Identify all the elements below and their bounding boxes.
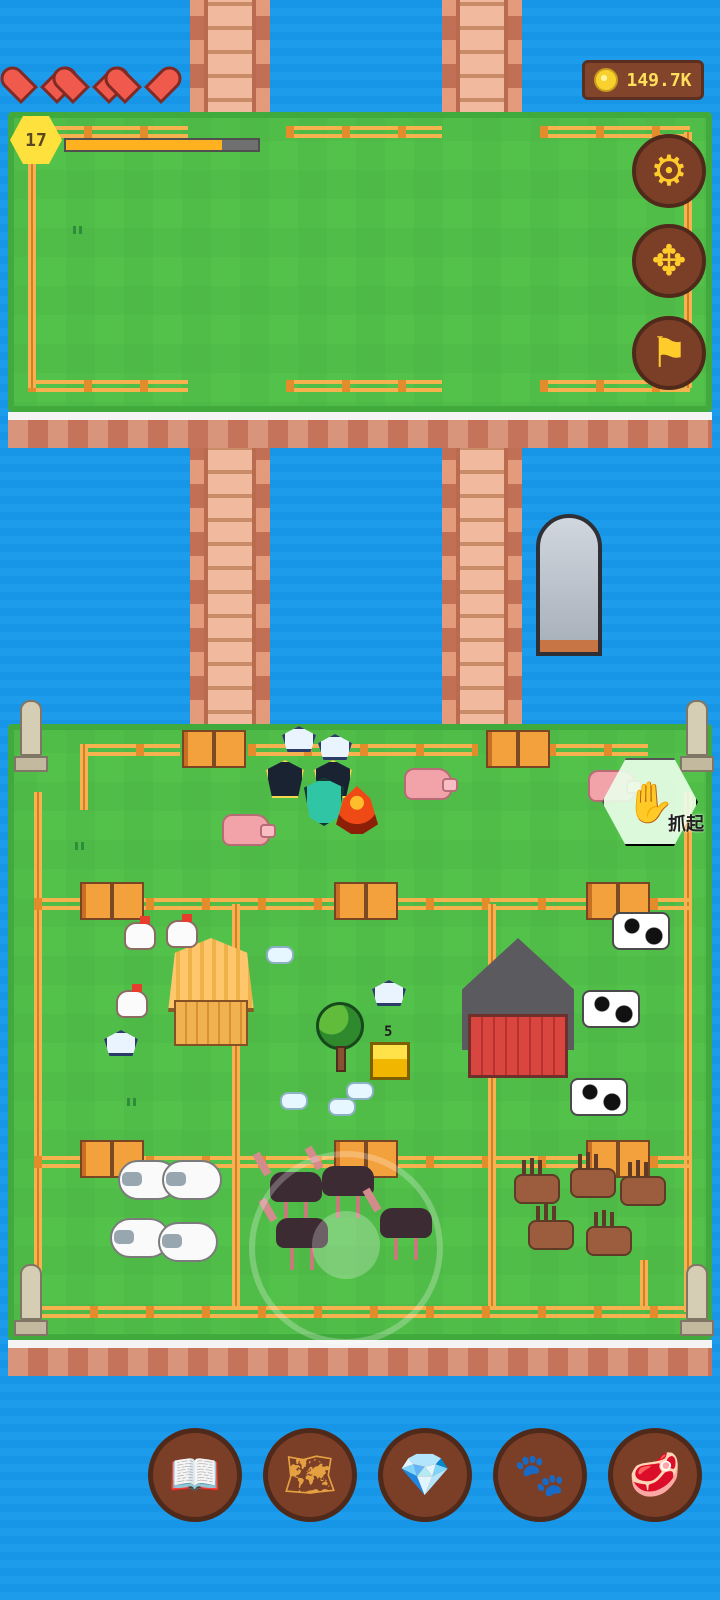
grass-tuft: [72, 842, 90, 850]
deer[interactable]: [514, 1160, 560, 1204]
upper-right-bridge: [442, 0, 522, 112]
move-button[interactable]: ✥: [632, 224, 706, 298]
cow[interactable]: [582, 990, 640, 1028]
heart-icon: [120, 68, 166, 104]
pen-gate[interactable]: [334, 882, 398, 920]
coin-amount: 149.7K: [626, 69, 692, 91]
upper-island: [8, 112, 712, 448]
right-upper-stone-statue: [680, 700, 714, 772]
coin-counter: 149.7K: [582, 60, 704, 100]
deer[interactable]: [528, 1206, 574, 1250]
rabbit[interactable]: [346, 1082, 374, 1100]
move-arrows-icon: ✥: [651, 237, 687, 284]
chest-count: 5: [384, 1024, 393, 1040]
middle-left-bridge: [190, 412, 270, 724]
deer[interactable]: [570, 1154, 616, 1198]
farm-game-screen: 149.7K 17 ⚙ ✥ ⚑ 5 ✋ 抓起 📖 🗺 💎 🐾 🥩: [0, 0, 720, 1600]
bottom-action-bar: 📖 🗺 💎 🐾 🥩: [148, 1428, 702, 1522]
pen-gate[interactable]: [80, 882, 144, 920]
experience-bar-fill: [66, 140, 222, 150]
food-button[interactable]: 🥩: [608, 1428, 702, 1522]
left-upper-stone-statue: [14, 700, 48, 772]
cow[interactable]: [570, 1078, 628, 1116]
lower-fence-left-side: [34, 792, 42, 1312]
lower-top-fence-middle: [248, 744, 478, 756]
rabbit[interactable]: [328, 1098, 356, 1116]
top-fence-middle: [286, 126, 442, 138]
chicken[interactable]: [124, 916, 156, 950]
upper-left-bridge: [190, 0, 270, 112]
rabbit[interactable]: [280, 1092, 308, 1110]
bottom-fence-middle: [286, 380, 442, 392]
left-lower-stone-statue: [14, 1264, 48, 1336]
coop-body: [174, 1000, 248, 1046]
experience-bar: [64, 138, 260, 152]
lower-top-fence-left: [80, 744, 180, 756]
lower-right-post-fence: [640, 1260, 648, 1306]
meat-icon: 🥩: [628, 1451, 682, 1498]
treasure-chest[interactable]: [370, 1042, 410, 1080]
chicken[interactable]: [116, 984, 148, 1018]
oak-tree: [312, 1002, 368, 1072]
cow[interactable]: [612, 912, 670, 950]
paw-icon: 🐾: [513, 1451, 567, 1498]
barn-body: [468, 1014, 568, 1078]
gem-coin-icon: 💎: [398, 1451, 452, 1498]
pig[interactable]: [404, 768, 458, 800]
rabbit[interactable]: [266, 946, 294, 964]
right-lower-stone-statue: [680, 1264, 714, 1336]
grass-tuft: [124, 1098, 142, 1106]
chicken-coop[interactable]: [168, 938, 254, 1056]
shop-button[interactable]: 💎: [378, 1428, 472, 1522]
coin-icon: [594, 68, 619, 92]
rowboat[interactable]: [536, 514, 602, 656]
sheep[interactable]: [158, 1222, 218, 1262]
map-button[interactable]: 🗺: [263, 1428, 357, 1522]
map-scroll-icon: 🗺: [283, 1451, 337, 1498]
deer[interactable]: [586, 1212, 632, 1256]
book-button[interactable]: 📖: [148, 1428, 242, 1522]
pig[interactable]: [222, 814, 276, 846]
book-icon: 📖: [168, 1451, 222, 1498]
bottom-fence-left: [28, 380, 188, 392]
flag-icon: ⚑: [650, 329, 688, 376]
lower-left-post-fence: [80, 744, 88, 810]
health-hearts: [16, 68, 166, 104]
gear-icon: ⚙: [650, 147, 688, 194]
flag-button[interactable]: ⚑: [632, 316, 706, 390]
settings-button[interactable]: ⚙: [632, 134, 706, 208]
deer[interactable]: [620, 1162, 666, 1206]
lower-fence-right-side: [684, 792, 692, 1312]
pets-button[interactable]: 🐾: [493, 1428, 587, 1522]
joystick-knob[interactable]: [312, 1211, 380, 1279]
middle-right-bridge: [442, 412, 522, 724]
pickup-label: 抓起: [668, 814, 704, 835]
chicken[interactable]: [166, 914, 198, 948]
top-fence-left-side: [28, 132, 36, 388]
sheep[interactable]: [162, 1160, 222, 1200]
grass-tuft: [70, 226, 88, 234]
pen-gate[interactable]: [182, 730, 246, 768]
lower-top-fence-right: [548, 744, 648, 756]
pen-gate[interactable]: [486, 730, 550, 768]
red-barn[interactable]: [462, 938, 574, 1078]
